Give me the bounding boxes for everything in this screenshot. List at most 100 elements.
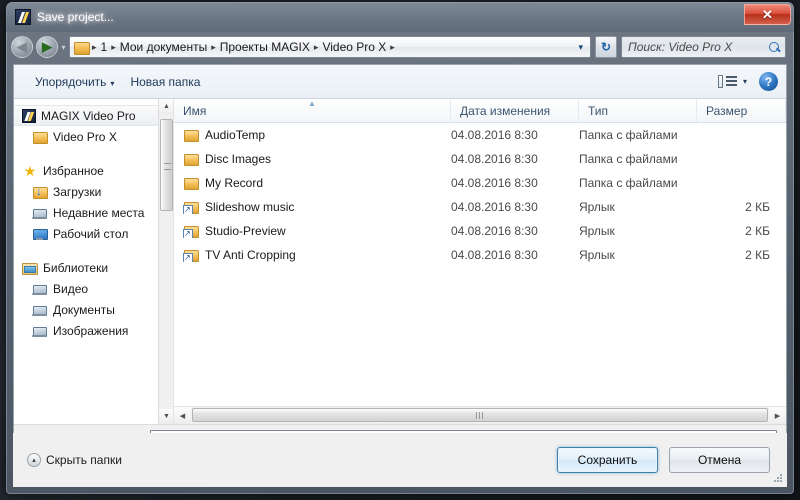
scroll-up-icon[interactable]: ▲ <box>159 99 173 114</box>
file-date: 04.08.2016 8:30 <box>451 248 538 262</box>
sidebar-item-recent-places[interactable]: Недавние места <box>14 202 158 223</box>
view-icon-line <box>725 80 737 82</box>
title-bar[interactable]: Save project... ✕ <box>6 2 794 32</box>
view-icon-line <box>725 84 737 86</box>
column-header-type[interactable]: Тип <box>579 99 697 122</box>
sidebar-item-video-pro-x[interactable]: Video Pro X <box>14 126 158 147</box>
sort-ascending-icon: ▲ <box>308 99 316 108</box>
sidebar-item-video[interactable]: Видео <box>14 278 158 299</box>
chevron-down-icon[interactable]: ▾ <box>574 42 587 53</box>
file-name-cell: ↗ Studio-Preview <box>174 224 451 238</box>
breadcrumb-item-4[interactable]: Video Pro X <box>319 40 389 54</box>
column-header-name[interactable]: ▲ Имя <box>174 99 451 122</box>
magix-icon <box>15 9 31 25</box>
scrollbar-thumb[interactable] <box>160 119 173 211</box>
scrollbar-thumb[interactable] <box>192 408 768 422</box>
resize-grip[interactable] <box>773 473 784 484</box>
file-name-cell: ↗ TV Anti Cropping <box>174 248 451 262</box>
shortcut-icon: ↗ <box>183 248 199 262</box>
new-folder-button[interactable]: Новая папка <box>122 71 208 93</box>
view-mode-dropdown-icon[interactable]: ▾ <box>743 77 747 86</box>
window-title: Save project... <box>37 10 114 24</box>
shortcut-icon: ↗ <box>183 224 199 238</box>
view-icon-column <box>717 75 723 88</box>
folder-icon <box>183 128 199 142</box>
close-icon[interactable]: ✕ <box>744 4 791 25</box>
column-header-size[interactable]: Размер <box>697 99 786 122</box>
desktop-icon <box>32 227 48 241</box>
table-row[interactable]: AudioTemp 04.08.2016 8:30 Папка с файлам… <box>174 123 786 147</box>
scrollbar-track[interactable] <box>191 407 769 424</box>
table-row[interactable]: ↗ TV Anti Cropping 04.08.2016 8:30 Ярлык… <box>174 243 786 267</box>
breadcrumb-item-1[interactable]: 1 <box>98 40 111 54</box>
table-row[interactable]: ↗ Slideshow music 04.08.2016 8:30 Ярлык … <box>174 195 786 219</box>
view-mode-icon[interactable] <box>717 74 738 89</box>
file-date: 04.08.2016 8:30 <box>451 176 538 190</box>
sidebar-item-favorites[interactable]: ★ Избранное <box>14 160 158 181</box>
sidebar-item-label: Видео <box>53 281 89 296</box>
scroll-right-icon[interactable]: ▶ <box>769 407 786 424</box>
sidebar-item-downloads[interactable]: Загрузки <box>14 181 158 202</box>
help-icon[interactable]: ? <box>759 72 778 91</box>
documents-library-icon <box>32 303 48 317</box>
history-dropdown-icon[interactable]: ▾ <box>58 43 69 52</box>
scroll-left-icon[interactable]: ◀ <box>174 407 191 424</box>
shortcut-icon: ↗ <box>183 200 199 214</box>
navigation-pane-scroll: MAGIX Video Pro Video Pro X ★ Избранное … <box>14 99 158 424</box>
file-list-pane: ▲ Имя Дата изменения Тип Размер AudioTem… <box>174 99 786 424</box>
navigation-pane-scrollbar[interactable]: ▲ ▼ <box>158 99 173 424</box>
table-row[interactable]: My Record 04.08.2016 8:30 Папка с файлам… <box>174 171 786 195</box>
dialog-footer: ▴ Скрыть папки Сохранить Отмена <box>13 433 787 487</box>
table-row[interactable]: ↗ Studio-Preview 04.08.2016 8:30 Ярлык 2… <box>174 219 786 243</box>
sidebar-item-label: Библиотеки <box>43 260 109 275</box>
scroll-down-icon[interactable]: ▼ <box>159 409 173 424</box>
column-header-label: Тип <box>588 103 609 118</box>
save-button[interactable]: Сохранить <box>557 447 658 473</box>
breadcrumb-item-2[interactable]: Мои документы <box>117 40 210 54</box>
libraries-icon <box>22 261 38 275</box>
cancel-button[interactable]: Отмена <box>669 447 770 473</box>
sidebar-item-label: Загрузки <box>53 184 102 199</box>
dialog-buttons: Сохранить Отмена <box>557 447 770 473</box>
file-type: Ярлык <box>579 224 615 238</box>
file-list-horizontal-scrollbar[interactable]: ◀ ▶ <box>174 406 786 424</box>
sidebar-item-documents[interactable]: Документы <box>14 299 158 320</box>
sidebar-item-magix-video-pro[interactable]: MAGIX Video Pro <box>14 105 158 126</box>
column-header-label: Имя <box>183 103 207 118</box>
column-header-date[interactable]: Дата изменения <box>451 99 579 122</box>
hide-folders-label: Скрыть папки <box>46 453 122 467</box>
sidebar-item-pictures[interactable]: Изображения <box>14 320 158 341</box>
organize-button[interactable]: Упорядочить ▾ <box>27 71 122 93</box>
address-bar[interactable]: ▸ 1 ▸ Мои документы ▸ Проекты MAGIX ▸ Vi… <box>69 36 591 58</box>
file-name: Disc Images <box>205 152 272 166</box>
file-date: 04.08.2016 8:30 <box>451 200 538 214</box>
column-header-label: Дата изменения <box>460 103 551 118</box>
breadcrumb-item-3[interactable]: Проекты MAGIX <box>217 40 313 54</box>
folder-icon <box>183 152 199 166</box>
magix-icon <box>22 108 36 123</box>
sidebar-item-label: Изображения <box>53 323 129 338</box>
column-headers: ▲ Имя Дата изменения Тип Размер <box>174 99 786 123</box>
table-row[interactable]: Disc Images 04.08.2016 8:30 Папка с файл… <box>174 147 786 171</box>
view-icon-line <box>725 76 737 78</box>
folder-icon <box>74 41 90 55</box>
refresh-icon[interactable]: ↻ <box>595 36 617 58</box>
file-type: Ярлык <box>579 248 615 262</box>
search-icon <box>768 41 781 54</box>
sidebar-item-label: Недавние места <box>53 205 145 220</box>
back-button[interactable]: ◀ <box>11 36 33 58</box>
sidebar-item-label: MAGIX Video Pro <box>41 108 136 123</box>
sidebar-item-libraries[interactable]: Библиотеки <box>14 257 158 278</box>
chevron-down-icon: ▾ <box>110 78 115 88</box>
file-name: Slideshow music <box>205 200 295 214</box>
sidebar-item-desktop[interactable]: Рабочий стол <box>14 223 158 244</box>
forward-button[interactable]: ▶ <box>36 36 58 58</box>
file-name-cell: Disc Images <box>174 152 451 166</box>
file-size: 2 КБ <box>745 200 770 214</box>
hide-folders-button[interactable]: ▴ Скрыть папки <box>27 453 122 467</box>
breadcrumb-separator[interactable]: ▸ <box>389 42 396 53</box>
search-input[interactable]: Поиск: Video Pro X <box>621 36 786 58</box>
column-header-label: Размер <box>706 103 748 118</box>
file-type: Папка с файлами <box>579 152 678 166</box>
